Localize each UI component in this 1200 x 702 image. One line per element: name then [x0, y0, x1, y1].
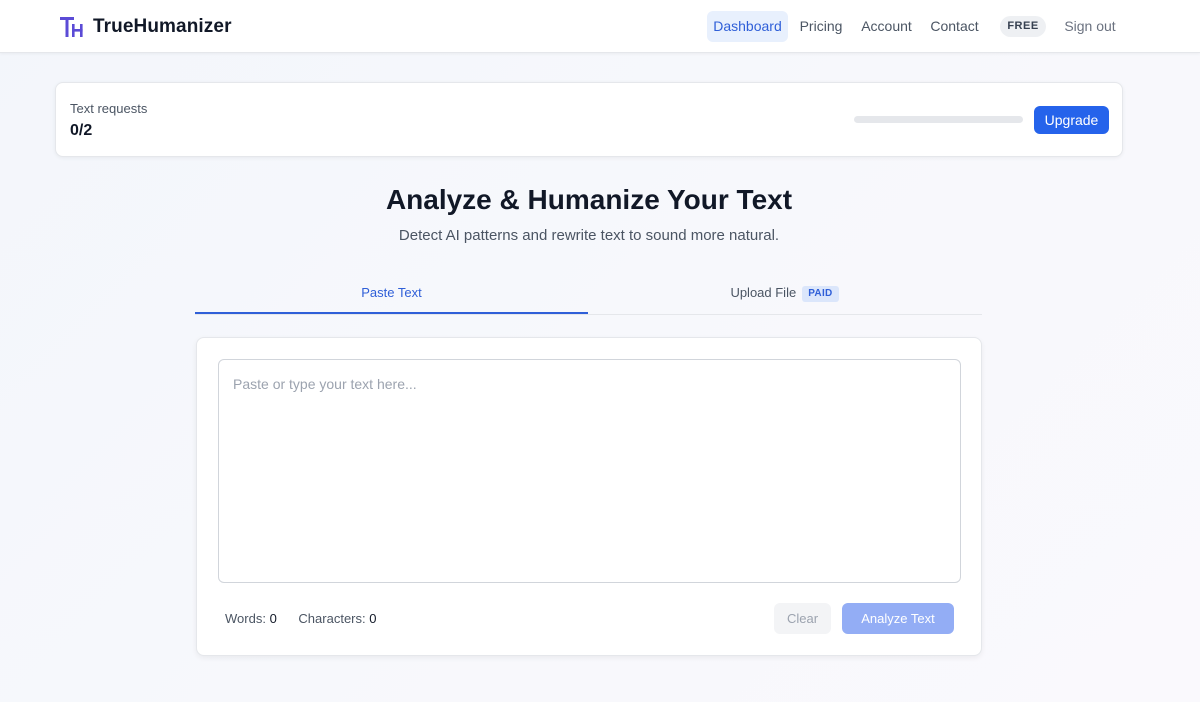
- tab-upload-file-label: Upload File: [730, 285, 797, 300]
- word-count-value: 0: [269, 611, 277, 626]
- nav-dashboard[interactable]: Dashboard: [707, 11, 788, 42]
- nav-pricing[interactable]: Pricing: [795, 11, 847, 42]
- usage-value: 0/2: [70, 122, 93, 139]
- page-subtitle: Detect AI patterns and rewrite text to s…: [398, 227, 780, 244]
- text-stats: Words: 0 Characters: 0: [225, 611, 394, 626]
- top-navbar: TrueHumanizer Dashboard Pricing Account …: [0, 0, 1200, 53]
- input-mode-tabs: Paste Text Upload File PAID: [195, 274, 982, 315]
- usage-progress-bar: [854, 116, 1023, 123]
- tab-upload-file[interactable]: Upload File PAID: [588, 274, 981, 314]
- clear-button[interactable]: Clear: [774, 603, 831, 634]
- analyze-text-button[interactable]: Analyze Text: [842, 603, 954, 634]
- upgrade-button[interactable]: Upgrade: [1034, 106, 1109, 134]
- nav-account[interactable]: Account: [857, 11, 916, 42]
- nav-contact[interactable]: Contact: [926, 11, 983, 42]
- tab-paste-text[interactable]: Paste Text: [195, 274, 588, 314]
- sign-out-link[interactable]: Sign out: [1060, 11, 1120, 42]
- page-title: Analyze & Humanize Your Text: [385, 184, 793, 215]
- paid-badge: PAID: [802, 286, 839, 302]
- brand-name: TrueHumanizer: [93, 16, 232, 37]
- brand[interactable]: TrueHumanizer: [60, 14, 232, 40]
- word-count-label: Words:: [225, 611, 266, 626]
- plan-badge: FREE: [1000, 16, 1046, 37]
- word-count: Words: 0: [225, 611, 277, 626]
- th-monogram-icon: [60, 17, 83, 37]
- tab-paste-text-label: Paste Text: [361, 285, 422, 300]
- character-count-value: 0: [369, 611, 377, 626]
- character-count: Characters: 0: [298, 611, 376, 626]
- usage-label: Text requests: [70, 101, 148, 116]
- character-count-label: Characters:: [298, 611, 366, 626]
- usage-card: Text requests 0/2 Upgrade: [55, 82, 1123, 157]
- text-input[interactable]: [218, 359, 961, 583]
- editor-card: Words: 0 Characters: 0 Clear Analyze Tex…: [196, 337, 982, 656]
